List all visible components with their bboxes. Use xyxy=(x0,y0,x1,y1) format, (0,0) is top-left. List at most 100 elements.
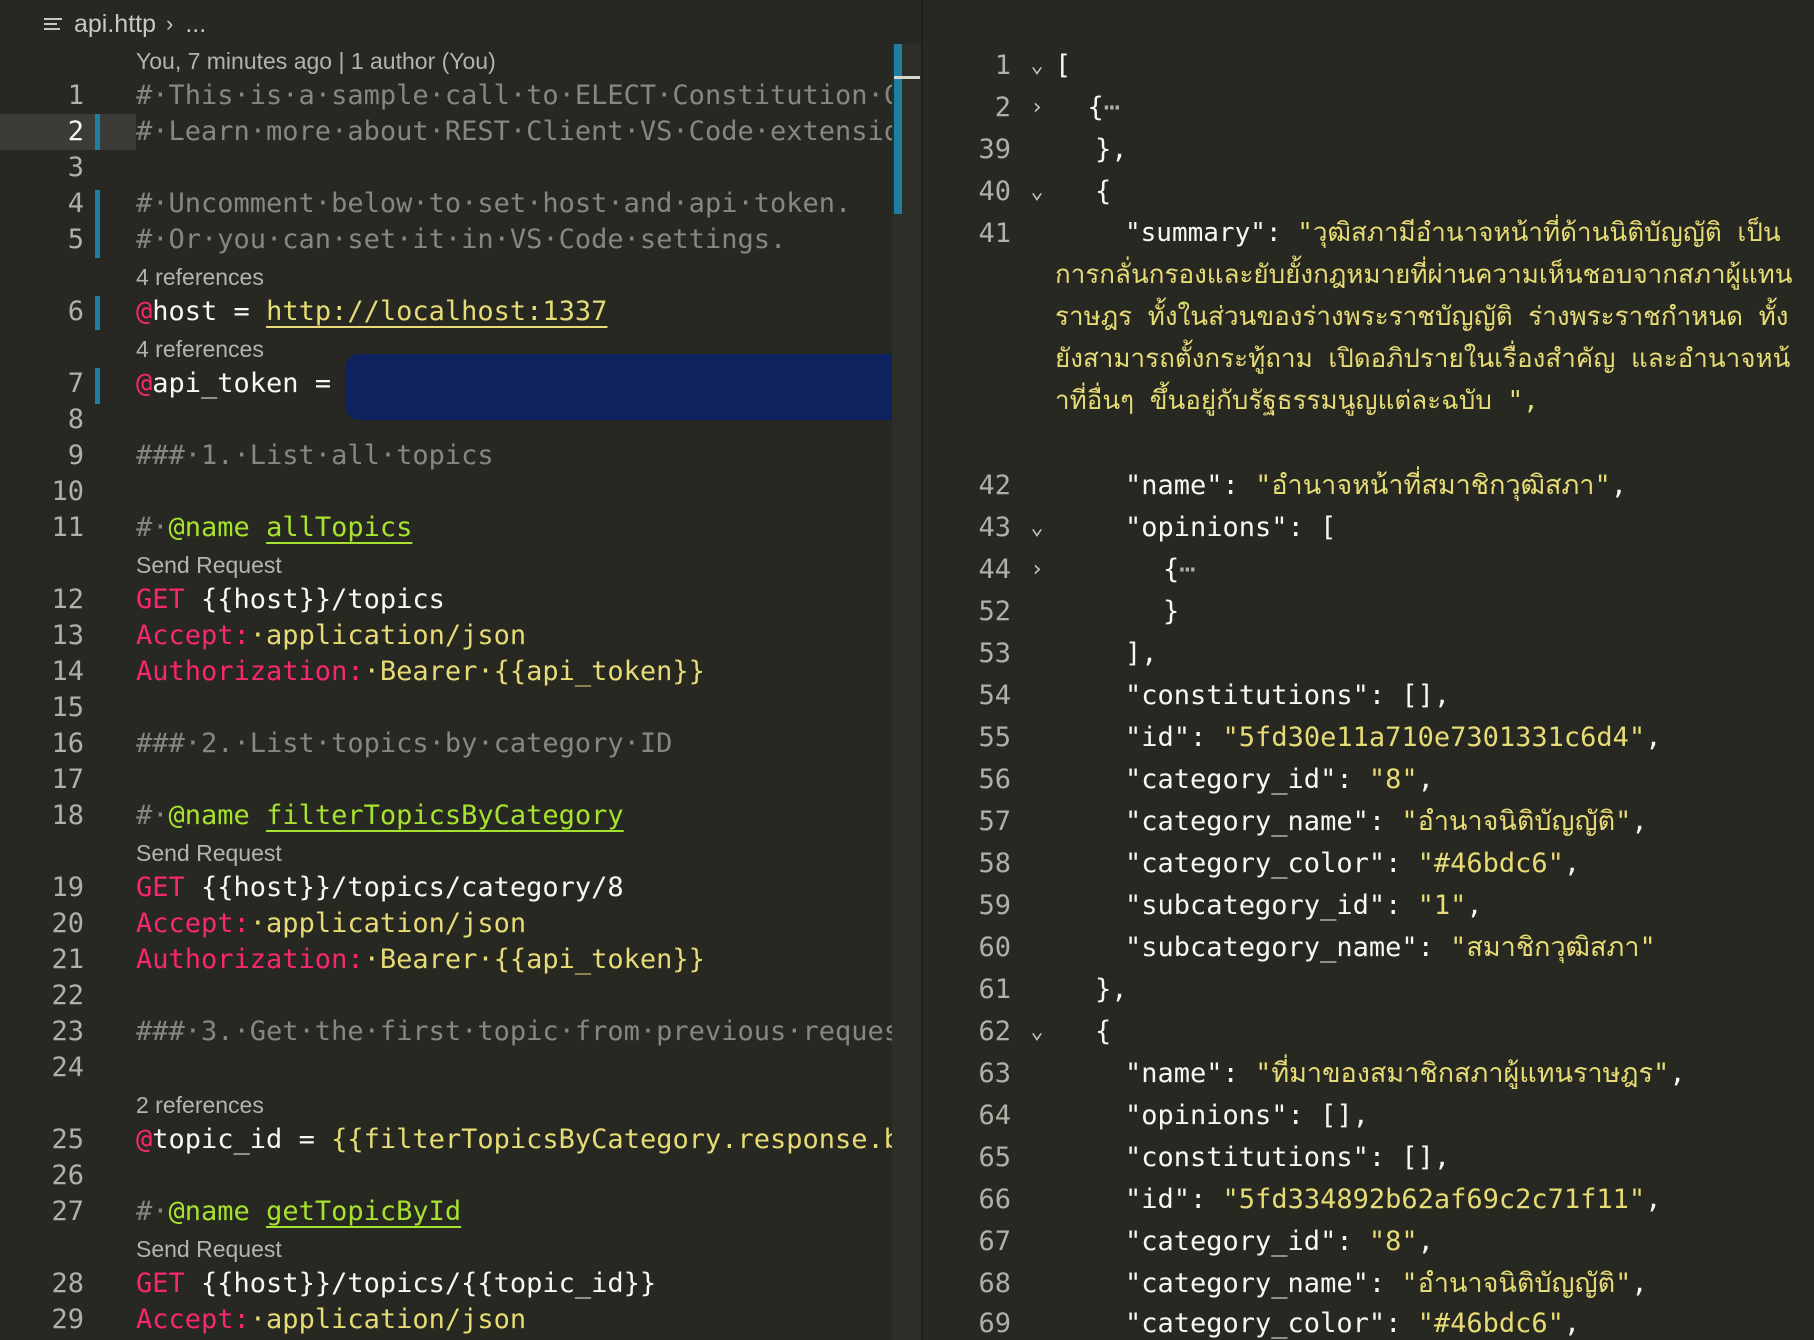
header-name: Accept: xyxy=(136,620,250,651)
code-line-section[interactable]: ###·2.·List·topics·by·category·ID xyxy=(136,726,672,762)
git-change-bar[interactable] xyxy=(95,190,100,258)
json-line[interactable]: "opinions": [ xyxy=(1125,510,1336,546)
json-key: "name" xyxy=(1125,1058,1223,1089)
code-line-name[interactable]: #·@name getTopicById xyxy=(136,1194,461,1230)
git-change-bar[interactable] xyxy=(95,296,100,330)
json-line[interactable]: }, xyxy=(1095,132,1128,168)
json-line[interactable]: "constitutions": [], xyxy=(1125,1140,1450,1176)
line-number: 12 xyxy=(51,584,84,615)
line-number: 11 xyxy=(51,512,84,543)
git-change-bar[interactable] xyxy=(95,114,100,150)
code-line-variable-topic[interactable]: @topic_id = {{filterTopicsByCategory.res… xyxy=(136,1122,900,1158)
code-line-request[interactable]: GET {{host}}/topics/category/8 xyxy=(136,870,624,906)
json-line[interactable]: "constitutions": [], xyxy=(1125,678,1450,714)
json-line[interactable]: "name": "อำนาจหน้าที่สมาชิกวุฒิสภา", xyxy=(1125,468,1627,504)
code-line-section[interactable]: ###·3.·Get·the·first·topic·from·previous… xyxy=(136,1014,900,1050)
json-line[interactable]: { xyxy=(1095,174,1111,210)
line-number: 4 xyxy=(67,188,84,219)
code-line-header[interactable]: Accept:·application/json xyxy=(136,618,526,654)
response-pane[interactable]: 1 ⌄ [ 2 › {⋯ 39 }, 40 ⌄ { 41 "summary": … xyxy=(923,0,1814,1340)
code-line-comment[interactable]: #·Uncomment·below·to·set·host·and·api·to… xyxy=(136,186,851,222)
code-line-header[interactable]: Authorization:·Bearer·{{api_token}} xyxy=(136,942,705,978)
json-line[interactable]: "category_id": "8", xyxy=(1125,1224,1434,1260)
json-line[interactable]: "category_color": "#46bdc6", xyxy=(1125,846,1580,882)
breadcrumb-ellipsis[interactable]: ... xyxy=(185,10,206,39)
send-request-lens[interactable]: Send Request xyxy=(136,840,282,870)
json-line[interactable]: "id": "5fd30e11a710e7301331c6d4", xyxy=(1125,720,1661,756)
code-line-request[interactable]: GET {{host}}/topics xyxy=(136,582,445,618)
git-change-bar[interactable] xyxy=(95,368,100,404)
code-line-request[interactable]: GET {{host}}/topics/{{topic_id}} xyxy=(136,1266,656,1302)
code-line-name[interactable]: #·@name filterTopicsByCategory xyxy=(136,798,624,834)
line-number: 2 xyxy=(994,92,1011,123)
line-number: 21 xyxy=(51,944,84,975)
header-name: Accept: xyxy=(136,908,250,939)
chevron-down-icon[interactable]: ⌄ xyxy=(1023,510,1051,546)
line-number: 58 xyxy=(978,848,1011,879)
line-number: 20 xyxy=(51,908,84,939)
json-key: "constitutions" xyxy=(1125,680,1369,711)
line-number: 64 xyxy=(978,1100,1011,1131)
chevron-right-icon[interactable]: › xyxy=(1023,90,1051,126)
request-name-link[interactable]: getTopicById xyxy=(266,1196,461,1227)
request-editor-pane[interactable]: api.http › ... You, 7 minutes ago | 1 au… xyxy=(0,0,921,1340)
json-line[interactable]: "category_name": "อำนาจนิติบัญญัติ", xyxy=(1125,804,1648,840)
folded-ellipsis[interactable]: ⋯ xyxy=(1179,554,1195,585)
json-key: "category_id" xyxy=(1125,1226,1337,1257)
json-line[interactable]: "opinions": [], xyxy=(1125,1098,1369,1134)
code-line-comment[interactable]: #·Learn·more·about·REST·Client·VS·Code·e… xyxy=(136,114,900,150)
code-line-header[interactable]: Accept:·application/json xyxy=(136,906,526,942)
json-line-folded[interactable]: {⋯ xyxy=(1055,90,1121,126)
json-line[interactable]: }, xyxy=(1095,972,1128,1008)
line-number: 65 xyxy=(978,1142,1011,1173)
request-url: {{host}}/topics/{{topic_id}} xyxy=(184,1268,657,1299)
json-line[interactable]: [ xyxy=(1055,48,1071,84)
references-lens[interactable]: 2 references xyxy=(136,1092,264,1122)
code-line-variable-token[interactable]: @api_token = xyxy=(136,366,347,402)
send-request-lens[interactable]: Send Request xyxy=(136,1236,282,1266)
code-line-comment[interactable]: #·This·is·a·sample·call·to·ELECT·Constit… xyxy=(136,78,900,114)
json-line[interactable]: "name": "ที่มาของสมาชิกสภาผู้แทนราษฎร", xyxy=(1125,1056,1686,1092)
chevron-down-icon[interactable]: ⌄ xyxy=(1023,174,1051,210)
json-line[interactable]: } xyxy=(1163,594,1179,630)
code-line-comment[interactable]: #·Or·you·can·set·it·in·VS·Code·settings. xyxy=(136,222,786,258)
colon: : xyxy=(1265,218,1298,248)
code-line-header[interactable]: Authorization:·Bearer·{{api_token}} xyxy=(136,654,705,690)
send-request-lens[interactable]: Send Request xyxy=(136,552,282,582)
header-value: ·application/json xyxy=(249,908,527,939)
chevron-down-icon[interactable]: ⌄ xyxy=(1023,48,1051,84)
code-line-variable-host[interactable]: @host = http://localhost:1337 xyxy=(136,294,607,330)
request-name-link[interactable]: filterTopicsByCategory xyxy=(266,800,624,831)
json-key: "summary" xyxy=(1125,218,1266,248)
chevron-down-icon[interactable]: ⌄ xyxy=(1023,1014,1051,1050)
json-line[interactable]: "category_id": "8", xyxy=(1125,762,1434,798)
code-line-header[interactable]: Accept:·application/json xyxy=(136,1302,526,1338)
vertical-scrollbar[interactable] xyxy=(892,44,921,1340)
json-line[interactable]: "category_name": "อำนาจนิติบัญญัติ", xyxy=(1125,1266,1648,1302)
request-name-link[interactable]: allTopics xyxy=(266,512,412,543)
json-line[interactable]: { xyxy=(1095,1014,1111,1050)
json-line[interactable]: "id": "5fd334892b62af69c2c71f11", xyxy=(1125,1182,1661,1218)
line-number: 13 xyxy=(51,620,84,651)
line-number: 41 xyxy=(978,218,1011,249)
folded-ellipsis[interactable]: ⋯ xyxy=(1104,92,1120,123)
host-url-link[interactable]: http://localhost:1337 xyxy=(266,296,607,327)
json-string-value: "อำนาจนิติบัญญัติ" xyxy=(1401,806,1632,837)
file-lines-icon xyxy=(44,15,62,33)
chevron-right-icon[interactable]: › xyxy=(1023,552,1051,588)
scrollbar-thumb[interactable] xyxy=(894,44,902,214)
code-line-section[interactable]: ###·1.·List·all·topics xyxy=(136,438,494,474)
code-line-name[interactable]: #·@name allTopics xyxy=(136,510,412,546)
line-number: 8 xyxy=(67,404,84,435)
json-line[interactable]: "subcategory_name": "สมาชิกวุฒิสภา" xyxy=(1125,930,1656,966)
references-lens[interactable]: 4 references xyxy=(136,336,264,366)
json-line[interactable]: "category_color": "#46bdc6", xyxy=(1125,1306,1580,1340)
breadcrumb-file[interactable]: api.http xyxy=(74,10,156,39)
json-line[interactable]: "subcategory_id": "1", xyxy=(1125,888,1483,924)
json-key: "opinions" xyxy=(1125,1100,1288,1131)
git-blame-lens[interactable]: You, 7 minutes ago | 1 author (You) xyxy=(136,48,496,78)
json-summary-wrapped[interactable]: "summary": "วุฒิสภามีอำนาจหน้าที่ด้านนิต… xyxy=(1055,212,1795,422)
references-lens[interactable]: 4 references xyxy=(136,264,264,294)
json-line-folded[interactable]: {⋯ xyxy=(1163,552,1196,588)
json-line[interactable]: ], xyxy=(1125,636,1158,672)
